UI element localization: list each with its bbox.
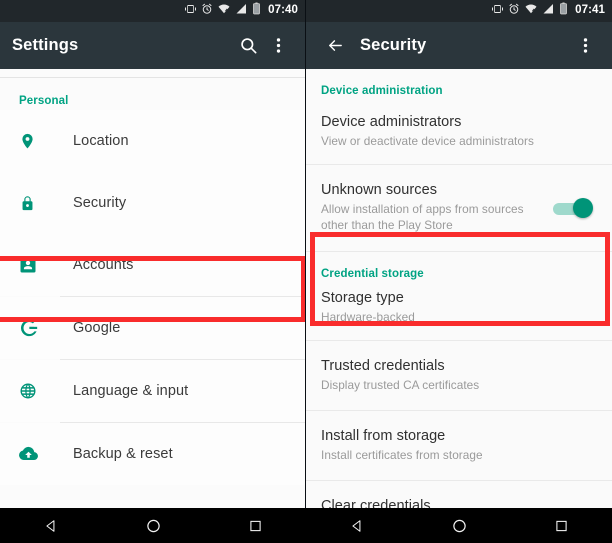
sidebar-item-google[interactable]: Google: [0, 297, 305, 359]
google-g-icon: [19, 318, 45, 338]
globe-icon: [19, 382, 45, 400]
security-title: Security: [360, 36, 427, 54]
setting-subtitle: Hardware-backed: [321, 310, 415, 325]
sidebar-item-backup-reset[interactable]: Backup & reset: [0, 423, 305, 485]
vibrate-icon: [491, 2, 504, 20]
setting-clear-credentials[interactable]: Clear credentials: [306, 481, 612, 508]
sidebar-item-accounts[interactable]: Accounts: [0, 234, 305, 296]
sidebar-item-location[interactable]: Location: [0, 110, 305, 172]
vibrate-icon: [184, 2, 197, 20]
location-pin-icon: [19, 131, 45, 151]
toggle-knob: [573, 197, 593, 218]
signal-icon: [542, 2, 555, 20]
sidebar-item-label: Security: [73, 195, 127, 211]
setting-trusted-credentials[interactable]: Trusted credentials Display trusted CA c…: [306, 341, 612, 411]
sidebar-item-label: Google: [73, 320, 121, 336]
status-clock-right: 07:41: [575, 4, 605, 17]
status-clock-left: 07:40: [268, 4, 298, 17]
nav-home-icon[interactable]: [136, 513, 170, 539]
more-vert-icon[interactable]: [263, 31, 293, 61]
alarm-icon: [508, 2, 520, 20]
lock-icon: [19, 193, 45, 213]
status-bar-right: 07:41: [306, 0, 612, 22]
settings-list[interactable]: Personal Location Security Accounts Goog…: [0, 69, 305, 508]
setting-subtitle: Install certificates from storage: [321, 448, 483, 463]
security-screen-pane: 07:41 Security Device administration Dev…: [306, 0, 612, 508]
settings-app-bar: Settings: [0, 22, 305, 69]
nav-recents-icon[interactable]: [238, 513, 272, 539]
nav-recents-icon[interactable]: [544, 513, 578, 539]
nav-home-icon[interactable]: [442, 513, 476, 539]
sidebar-item-language-input[interactable]: Language & input: [0, 360, 305, 422]
battery-icon: [252, 2, 261, 20]
setting-title: Trusted credentials: [321, 358, 445, 375]
cloud-upload-icon: [19, 446, 45, 462]
navigation-bar-right: [306, 508, 612, 543]
sidebar-item-label: Language & input: [73, 383, 189, 399]
settings-screen-pane: 07:40 Settings Personal Location Securit…: [0, 0, 306, 508]
status-bar-left: 07:40: [0, 0, 305, 22]
setting-storage-type[interactable]: Storage type Hardware-backed: [306, 283, 612, 341]
sidebar-item-label: Location: [73, 133, 129, 149]
sidebar-item-label: Backup & reset: [73, 446, 173, 462]
setting-device-administrators[interactable]: Device administrators View or deactivate…: [306, 100, 612, 165]
setting-subtitle: Allow installation of apps from sources …: [321, 202, 524, 233]
system-navigation-bars: [0, 508, 612, 543]
battery-icon: [559, 2, 568, 20]
settings-title: Settings: [12, 36, 79, 54]
arrow-back-icon[interactable]: [318, 29, 352, 63]
unknown-sources-text: Unknown sources Allow installation of ap…: [321, 181, 551, 234]
android-dual-screenshot: 07:40 Settings Personal Location Securit…: [0, 0, 612, 543]
search-icon[interactable]: [233, 31, 263, 61]
setting-subtitle: View or deactivate device administrators: [321, 134, 534, 149]
setting-title: Unknown sources: [321, 182, 437, 199]
wifi-icon: [524, 2, 538, 20]
section-header-personal: Personal: [19, 95, 69, 107]
account-box-icon: [19, 256, 45, 274]
unknown-sources-toggle[interactable]: [551, 197, 595, 219]
alarm-icon: [201, 2, 213, 20]
signal-icon: [235, 2, 248, 20]
setting-title: Install from storage: [321, 428, 446, 445]
more-vert-icon[interactable]: [570, 31, 600, 61]
security-list[interactable]: Device administration Device administrat…: [306, 69, 612, 508]
section-header-device-administration: Device administration: [321, 85, 443, 97]
setting-title: Device administrators: [321, 114, 462, 130]
phone-panes: 07:40 Settings Personal Location Securit…: [0, 0, 612, 508]
section-header-credential-storage: Credential storage: [321, 268, 424, 281]
setting-subtitle: Display trusted CA certificates: [321, 378, 480, 393]
setting-install-from-storage[interactable]: Install from storage Install certificate…: [306, 411, 612, 481]
sidebar-item-label: Accounts: [73, 257, 134, 273]
setting-title: Storage type: [321, 290, 404, 307]
wifi-icon: [217, 2, 231, 20]
sidebar-item-security[interactable]: Security: [0, 172, 305, 234]
nav-back-icon[interactable]: [34, 513, 68, 539]
navigation-bar-left: [0, 508, 306, 543]
setting-unknown-sources[interactable]: Unknown sources Allow installation of ap…: [306, 165, 612, 252]
setting-title: Clear credentials: [321, 498, 431, 508]
security-app-bar: Security: [306, 22, 612, 69]
nav-back-icon[interactable]: [340, 513, 374, 539]
